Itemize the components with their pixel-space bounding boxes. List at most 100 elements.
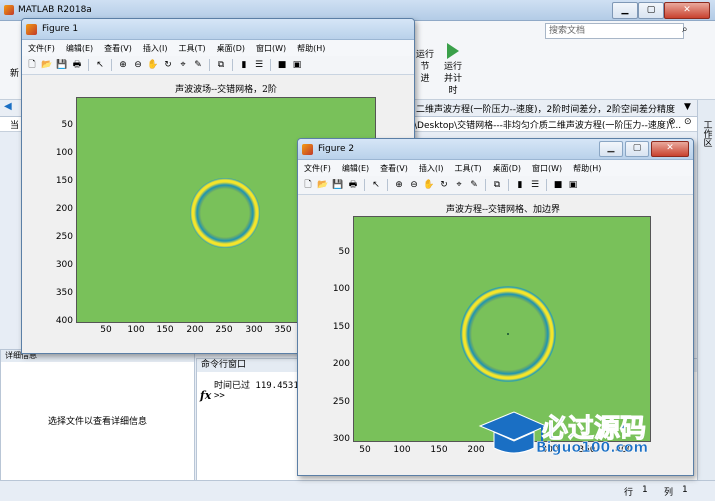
menu-insert[interactable]: 插入(I): [419, 163, 444, 174]
toolbar-separator: [88, 59, 89, 71]
left-tab-label[interactable]: 当: [10, 118, 19, 131]
brush-icon[interactable]: ✎: [468, 179, 480, 191]
menu-desktop[interactable]: 桌面(D): [217, 43, 245, 54]
data-cursor-icon[interactable]: ⌖: [453, 179, 465, 191]
save-icon[interactable]: 💾: [56, 59, 68, 71]
watermark-en: Biguo100.com: [536, 440, 649, 457]
menu-view[interactable]: 查看(V): [380, 163, 408, 174]
editor-tab-dropdown-icon[interactable]: ▼: [684, 102, 691, 112]
x-tick-label: 50: [359, 445, 371, 455]
figure-icon: [302, 143, 313, 155]
menu-window[interactable]: 窗口(W): [532, 163, 562, 174]
window-minimize-button[interactable]: ▁: [612, 2, 638, 19]
menu-edit[interactable]: 编辑(E): [66, 43, 93, 54]
new-figure-icon[interactable]: 🗋: [26, 59, 38, 71]
show-plot-tools-icon[interactable]: ▣: [291, 59, 303, 71]
menu-edit[interactable]: 编辑(E): [342, 163, 369, 174]
run-and-time-button[interactable]: 运行并计时: [436, 43, 470, 97]
maximize-button[interactable]: ▢: [625, 141, 649, 157]
y-tick-label: 200: [55, 204, 73, 214]
legend-icon[interactable]: ☰: [253, 59, 265, 71]
menu-tools[interactable]: 工具(T): [178, 43, 205, 54]
print-icon[interactable]: 🖶: [71, 59, 83, 71]
menu-help[interactable]: 帮助(H): [573, 163, 601, 174]
figure1-menubar: 文件(F) 编辑(E) 查看(V) 插入(I) 工具(T) 桌面(D) 窗口(W…: [22, 40, 414, 56]
search-docs-input[interactable]: 搜索文档: [545, 23, 684, 39]
data-cursor-icon[interactable]: ⌖: [177, 59, 189, 71]
colorbar-icon[interactable]: ▮: [514, 179, 526, 191]
print-icon[interactable]: 🖶: [347, 179, 359, 191]
zoom-out-icon[interactable]: ⊖: [408, 179, 420, 191]
zoom-out-icon[interactable]: ⊖: [132, 59, 144, 71]
show-plot-tools-icon[interactable]: ▣: [567, 179, 579, 191]
minimize-button[interactable]: ▁: [599, 141, 623, 157]
y-tick-label: 150: [55, 176, 73, 186]
path-close-icon[interactable]: ⊗: [668, 117, 676, 127]
fx-icon[interactable]: fx: [200, 389, 211, 402]
x-tick-label: 100: [127, 325, 145, 335]
x-tick-label: 300: [245, 325, 263, 335]
menu-help[interactable]: 帮助(H): [297, 43, 325, 54]
link-plot-icon[interactable]: ⧉: [215, 59, 227, 71]
source-point: [507, 333, 509, 335]
hide-plot-tools-icon[interactable]: ■: [276, 59, 288, 71]
figure-icon: [26, 23, 37, 35]
rotate-icon[interactable]: ↻: [162, 59, 174, 71]
menu-desktop[interactable]: 桌面(D): [493, 163, 521, 174]
y-tick-label: 300: [55, 260, 73, 270]
current-path[interactable]: \Desktop\交错网格---非均匀介质二维声波方程(一阶压力--速度)\..…: [414, 118, 681, 131]
toolbar-separator: [270, 59, 271, 71]
select-pointer-icon[interactable]: ↖: [94, 59, 106, 71]
link-plot-icon[interactable]: ⧉: [491, 179, 503, 191]
new-figure-icon[interactable]: 🗋: [302, 179, 314, 191]
brush-icon[interactable]: ✎: [192, 59, 204, 71]
x-tick-label: 150: [156, 325, 174, 335]
status-bar: 行 1 列 1: [0, 480, 715, 501]
open-icon[interactable]: 📂: [41, 59, 53, 71]
window-close-button[interactable]: ✕: [664, 2, 710, 19]
menu-file[interactable]: 文件(F): [304, 163, 331, 174]
toolbar-separator: [364, 179, 365, 191]
select-pointer-icon[interactable]: ↖: [370, 179, 382, 191]
open-icon[interactable]: 📂: [317, 179, 329, 191]
command-prompt[interactable]: >>: [214, 391, 225, 401]
toolbar-separator: [232, 59, 233, 71]
toolbar-separator: [209, 59, 210, 71]
x-tick-label: 100: [393, 445, 411, 455]
zoom-in-icon[interactable]: ⊕: [117, 59, 129, 71]
window-maximize-button[interactable]: ▢: [638, 2, 664, 19]
toolbar-separator: [508, 179, 509, 191]
x-tick-label: 50: [100, 325, 112, 335]
zoom-in-icon[interactable]: ⊕: [393, 179, 405, 191]
x-tick-label: 150: [430, 445, 448, 455]
toolbar-separator: [387, 179, 388, 191]
matlab-logo-icon: [4, 5, 14, 15]
nav-back-icon[interactable]: ◀: [4, 101, 12, 112]
path-dropdown-icon[interactable]: ⊙: [684, 117, 692, 127]
menu-window[interactable]: 窗口(W): [256, 43, 286, 54]
figure2-title: Figure 2: [318, 144, 355, 154]
legend-icon[interactable]: ☰: [529, 179, 541, 191]
y-tick-label: 150: [332, 322, 350, 332]
menu-view[interactable]: 查看(V): [104, 43, 132, 54]
menu-file[interactable]: 文件(F): [28, 43, 55, 54]
rotate-icon[interactable]: ↻: [438, 179, 450, 191]
toolbar-separator: [485, 179, 486, 191]
editor-tab[interactable]: 二维声波方程(一阶压力--速度)，2阶时间差分，2阶空间差分精度: [416, 102, 675, 115]
figure2-menubar: 文件(F) 编辑(E) 查看(V) 插入(I) 工具(T) 桌面(D) 窗口(W…: [298, 160, 693, 176]
pan-icon[interactable]: ✋: [423, 179, 435, 191]
workspace-side-label[interactable]: 工作区: [697, 100, 715, 480]
close-button[interactable]: ✕: [651, 141, 689, 157]
main-window-title: MATLAB R2018a: [18, 5, 92, 15]
save-icon[interactable]: 💾: [332, 179, 344, 191]
run-section-button[interactable]: 运行节 进: [412, 49, 438, 85]
toolbar-separator: [546, 179, 547, 191]
search-icon[interactable]: ⌕: [682, 24, 688, 35]
menu-insert[interactable]: 插入(I): [143, 43, 168, 54]
pan-icon[interactable]: ✋: [147, 59, 159, 71]
x-tick-label: 250: [215, 325, 233, 335]
details-panel-text: 选择文件以查看详细信息: [47, 417, 147, 427]
hide-plot-tools-icon[interactable]: ■: [552, 179, 564, 191]
colorbar-icon[interactable]: ▮: [238, 59, 250, 71]
menu-tools[interactable]: 工具(T): [454, 163, 481, 174]
